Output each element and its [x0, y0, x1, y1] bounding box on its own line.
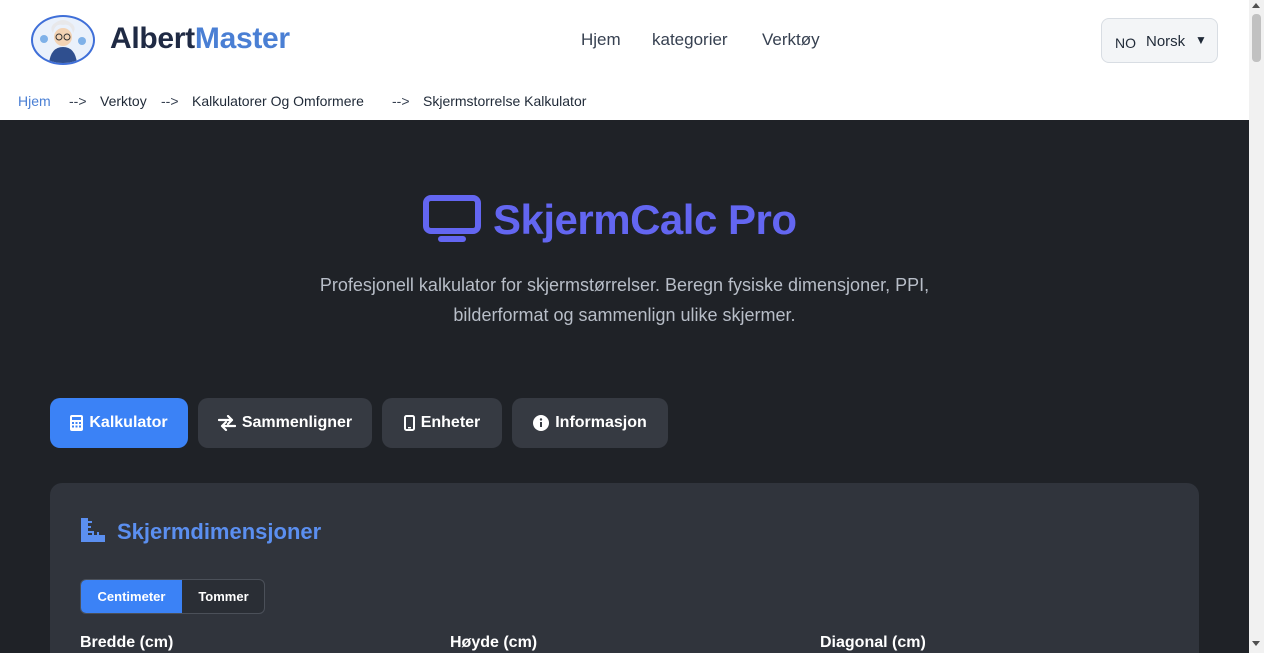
tab-label: Informasjon — [555, 414, 647, 431]
width-label: Bredde (cm) — [80, 634, 174, 651]
logo[interactable] — [31, 15, 95, 65]
tab-comparer[interactable]: Sammenligner — [198, 398, 372, 448]
unit-toggle: Centimeter Tommer — [80, 579, 265, 614]
tab-information[interactable]: Informasjon — [512, 398, 668, 448]
diagonal-label: Diagonal (cm) — [820, 634, 926, 651]
tab-devices[interactable]: Enheter — [382, 398, 502, 448]
language-name: Norsk — [1146, 33, 1186, 50]
language-select[interactable]: NO Norsk ▼ — [1101, 18, 1218, 63]
brand-name-part2: Master — [194, 22, 290, 55]
mobile-icon — [403, 415, 415, 431]
calculator-icon — [70, 415, 84, 431]
page-description: Profesjonell kalkulator for skjermstørre… — [319, 275, 930, 325]
breadcrumb-item-calculators[interactable]: Kalkulatorer Og Omformere — [192, 93, 364, 109]
dimensions-card — [50, 483, 1199, 653]
exchange-icon — [217, 415, 236, 431]
tab-label: Kalkulator — [89, 414, 168, 431]
nav-link-tools[interactable]: Verktøy — [762, 30, 820, 50]
monitor-icon — [423, 195, 481, 242]
info-icon — [533, 415, 550, 431]
chevron-down-icon: ▼ — [1195, 33, 1207, 47]
scrollbar[interactable] — [1249, 0, 1264, 653]
breadcrumb-home-link[interactable]: Hjem — [18, 93, 51, 109]
breadcrumb-separator: --> — [161, 93, 179, 109]
height-label: Høyde (cm) — [450, 634, 538, 651]
breadcrumb: Hjem --> Verktoy --> Kalkulatorer Og Omf… — [0, 80, 1249, 120]
brand-name[interactable]: AlbertMaster — [110, 22, 290, 56]
breadcrumb-separator: --> — [392, 93, 410, 109]
language-code: NO — [1115, 35, 1136, 51]
logo-avatar-icon — [40, 20, 86, 63]
scroll-down-icon[interactable] — [1252, 641, 1260, 646]
site-header: AlbertMaster Hjem kategorier Verktøy NO … — [0, 0, 1249, 80]
breadcrumb-item-current: Skjermstorrelse Kalkulator — [423, 93, 587, 109]
scrollbar-thumb[interactable] — [1252, 14, 1261, 62]
brand-name-part1: Albert — [110, 22, 195, 55]
ruler-icon — [81, 518, 105, 542]
unit-inches-button[interactable]: Tommer — [182, 580, 264, 613]
nav-link-home[interactable]: Hjem — [581, 30, 621, 50]
tab-label: Sammenligner — [241, 414, 353, 431]
unit-centimeter-button[interactable]: Centimeter — [81, 580, 182, 613]
card-title: Skjermdimensjoner — [117, 519, 322, 544]
tab-calculator[interactable]: Kalkulator — [50, 398, 188, 448]
nav-link-categories[interactable]: kategorier — [652, 30, 728, 50]
breadcrumb-item-tools[interactable]: Verktoy — [100, 93, 147, 109]
tab-label: Enheter — [420, 414, 481, 431]
scroll-up-icon[interactable] — [1252, 3, 1260, 8]
page-title: SkjermCalc Pro — [493, 196, 797, 243]
breadcrumb-separator: --> — [69, 93, 87, 109]
